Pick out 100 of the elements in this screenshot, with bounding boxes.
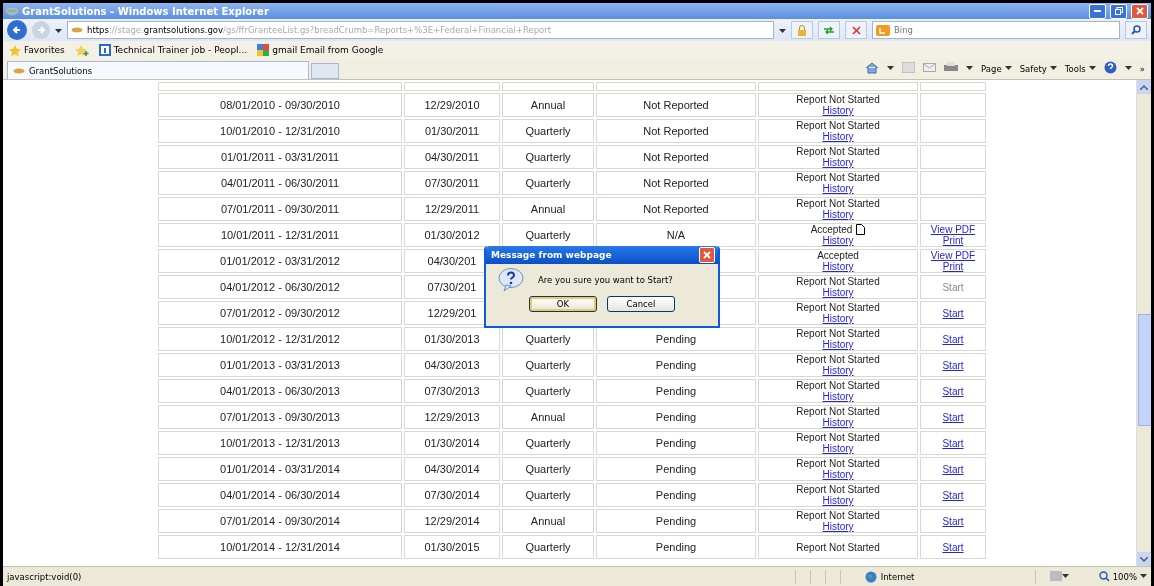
due-date-text: 12/29/201 [427, 307, 477, 319]
report-status-text: Report Not Started [796, 302, 880, 313]
report-status-text: Accepted [810, 224, 853, 235]
dialog-message: Are you sure you want to Start? [538, 275, 673, 285]
period-text: 10/01/2014 - 12/31/2014 [220, 541, 340, 553]
period-text: 08/01/2010 - 09/30/2010 [220, 99, 340, 111]
browser-tab[interactable]: GrantSolutions [7, 61, 309, 79]
report-status-text: Report Not Started [796, 328, 880, 339]
period-text: 10/01/2010 - 12/31/2010 [220, 125, 340, 137]
report-status-text: Report Not Started [796, 276, 880, 287]
period-text: 07/01/2014 - 09/30/2014 [220, 515, 340, 527]
action-link[interactable]: Print [942, 261, 964, 272]
report-status-text: Report Not Started [796, 484, 880, 495]
report-type-text: Annual [530, 203, 566, 215]
dialog-button[interactable]: OK [529, 296, 597, 312]
action-link[interactable]: Start [942, 515, 964, 527]
report-status-text: Report Not Started [796, 172, 880, 183]
history-link[interactable]: History [822, 521, 854, 532]
report-type-text: Quarterly [525, 463, 571, 475]
report-type-text: Annual [530, 99, 566, 111]
status-text: N/A [666, 229, 686, 241]
history-link[interactable]: History [822, 235, 854, 246]
action-link[interactable]: Start [942, 463, 964, 475]
command-menu[interactable]: Page [981, 63, 1012, 74]
report-status-text: Report Not Started [796, 120, 880, 131]
favorite-link[interactable]: Technical Trainer job - Peopl... [98, 44, 248, 56]
status-text: Pending [655, 463, 697, 475]
action-link[interactable]: View PDF [930, 250, 976, 261]
action-link[interactable]: Start [942, 541, 964, 553]
history-link[interactable]: History [822, 105, 854, 116]
history-link[interactable]: History [822, 443, 854, 454]
history-link[interactable]: History [822, 183, 854, 194]
history-link[interactable]: History [822, 391, 854, 402]
action-link[interactable]: Start [942, 437, 964, 449]
period-text: 01/01/2011 - 03/31/2011 [220, 151, 340, 163]
zoom-control[interactable]: 100% [1098, 571, 1147, 582]
history-link[interactable]: History [822, 157, 854, 168]
report-type-text: Quarterly [525, 385, 571, 397]
command-menu[interactable]: Safety [1019, 63, 1057, 74]
history-link[interactable]: History [822, 417, 854, 428]
status-text: Pending [655, 359, 697, 371]
period-text: 04/01/2014 - 06/30/2014 [220, 489, 340, 501]
status-text: Not Reported [643, 177, 709, 189]
status-text: Pending [655, 437, 697, 449]
status-text: Pending [655, 515, 697, 527]
search-field[interactable]: Bing [894, 23, 1116, 37]
due-date-text: 04/30/2014 [424, 463, 480, 475]
status-text: Pending [655, 411, 697, 423]
period-text: 01/01/2014 - 03/31/2014 [220, 463, 340, 475]
due-date-text: 01/30/2011 [424, 125, 480, 137]
report-type-text: Annual [530, 411, 566, 423]
history-link[interactable]: History [822, 209, 854, 220]
period-text: 04/01/2012 - 06/30/2012 [220, 281, 340, 293]
history-link[interactable]: History [822, 313, 854, 324]
action-link[interactable]: Start [942, 307, 964, 319]
report-type-text: Quarterly [525, 151, 571, 163]
period-text: 07/01/2012 - 09/30/2012 [220, 307, 340, 319]
history-link[interactable]: History [822, 469, 854, 480]
due-date-text: 07/30/201 [427, 281, 477, 293]
search-box[interactable]: Bing [872, 21, 1120, 39]
status-text: Not Reported [643, 125, 709, 137]
history-link[interactable]: History [822, 339, 854, 350]
report-status-text: Report Not Started [796, 198, 880, 209]
due-date-text: 07/30/2014 [424, 489, 480, 501]
action-link[interactable]: Print [942, 235, 964, 246]
due-date-text: 04/30/2013 [424, 359, 480, 371]
due-date-text: 12/29/2011 [424, 203, 480, 215]
due-date-text: 04/30/201 [427, 255, 477, 267]
action-link[interactable]: Start [942, 411, 964, 423]
period-text: 10/01/2012 - 12/31/2012 [220, 333, 340, 345]
history-link[interactable]: History [822, 287, 854, 298]
report-type-text: Quarterly [525, 177, 571, 189]
due-date-text: 12/29/2010 [424, 99, 480, 111]
report-type-text: Quarterly [525, 359, 571, 371]
due-date-text: 01/30/2013 [424, 333, 480, 345]
favorite-link[interactable]: gmail Email from Google [257, 44, 384, 56]
favorites-button[interactable]: Favorites [9, 44, 65, 56]
toolbar-overflow[interactable]: » [1139, 63, 1145, 74]
action-link[interactable]: Start [942, 385, 964, 397]
report-status-text: Report Not Started [796, 354, 880, 365]
action-link[interactable]: Start [942, 333, 964, 345]
report-status-text: Report Not Started [796, 94, 880, 105]
history-link[interactable]: History [822, 261, 854, 272]
action-link[interactable]: Start [942, 489, 964, 501]
dialog-title: Message from webpage [491, 250, 612, 260]
action-link[interactable]: View PDF [930, 224, 976, 235]
report-type-text: Quarterly [525, 229, 571, 241]
dialog-button[interactable]: Cancel [607, 296, 675, 312]
period-text: 04/01/2013 - 06/30/2013 [220, 385, 340, 397]
period-text: 07/01/2013 - 09/30/2013 [220, 411, 340, 423]
status-text: Not Reported [643, 151, 709, 163]
history-link[interactable]: History [822, 365, 854, 376]
history-link[interactable]: History [822, 131, 854, 142]
action-link[interactable]: Start [942, 359, 964, 371]
status-text: Not Reported [643, 203, 709, 215]
security-zone: Internet [864, 570, 1035, 583]
command-menu[interactable]: Tools [1064, 63, 1096, 74]
history-link[interactable]: History [822, 495, 854, 506]
period-text: 01/01/2013 - 03/31/2013 [220, 359, 340, 371]
report-type-text: Quarterly [525, 125, 571, 137]
